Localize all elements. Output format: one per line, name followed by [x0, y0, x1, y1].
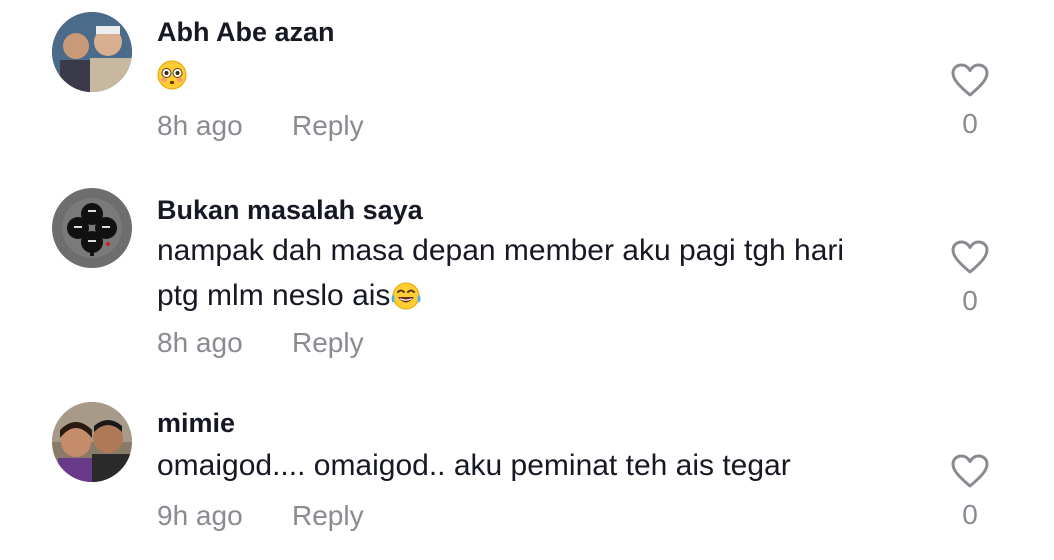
avatar[interactable] [52, 402, 132, 482]
comment-username[interactable]: Bukan masalah saya [157, 195, 423, 226]
reply-button[interactable]: Reply [292, 327, 364, 359]
comment-text: omaigod.... omaigod.. aku peminat teh ai… [157, 449, 791, 482]
reply-button[interactable]: Reply [292, 110, 364, 142]
avatar[interactable] [52, 12, 132, 92]
like-count: 0 [962, 499, 978, 530]
comment-meta: 8h ago Reply [157, 327, 364, 359]
comment-text-line: ptg mlm neslo ais [157, 279, 391, 312]
like-count: 0 [962, 285, 978, 316]
like-button[interactable]: 0 [940, 62, 1000, 140]
comment-time: 9h ago [157, 500, 243, 531]
like-button[interactable]: 0 [940, 453, 1000, 531]
heart-icon[interactable] [950, 62, 990, 98]
comment-time: 8h ago [157, 327, 243, 358]
reply-button[interactable]: Reply [292, 500, 364, 532]
tears-of-joy-emoji [390, 279, 422, 324]
comment-meta: 8h ago Reply [157, 110, 364, 142]
comment-username[interactable]: mimie [157, 408, 235, 439]
comment-text-line-2: ptg mlm neslo ais [157, 273, 927, 324]
comment-meta: 9h ago Reply [157, 500, 364, 532]
like-button[interactable]: 0 [940, 239, 1000, 317]
comment-text [157, 52, 927, 103]
like-count: 0 [962, 108, 978, 139]
comment-username[interactable]: Abh Abe azan [157, 17, 335, 48]
flushed-face-emoji [157, 58, 187, 103]
heart-icon[interactable] [950, 239, 990, 275]
comment-time: 8h ago [157, 110, 243, 141]
comment-text: nampak dah masa depan member aku pagi tg… [157, 228, 927, 324]
avatar[interactable] [52, 188, 132, 268]
heart-icon[interactable] [950, 453, 990, 489]
comment-text-line: nampak dah masa depan member aku pagi tg… [157, 234, 845, 267]
